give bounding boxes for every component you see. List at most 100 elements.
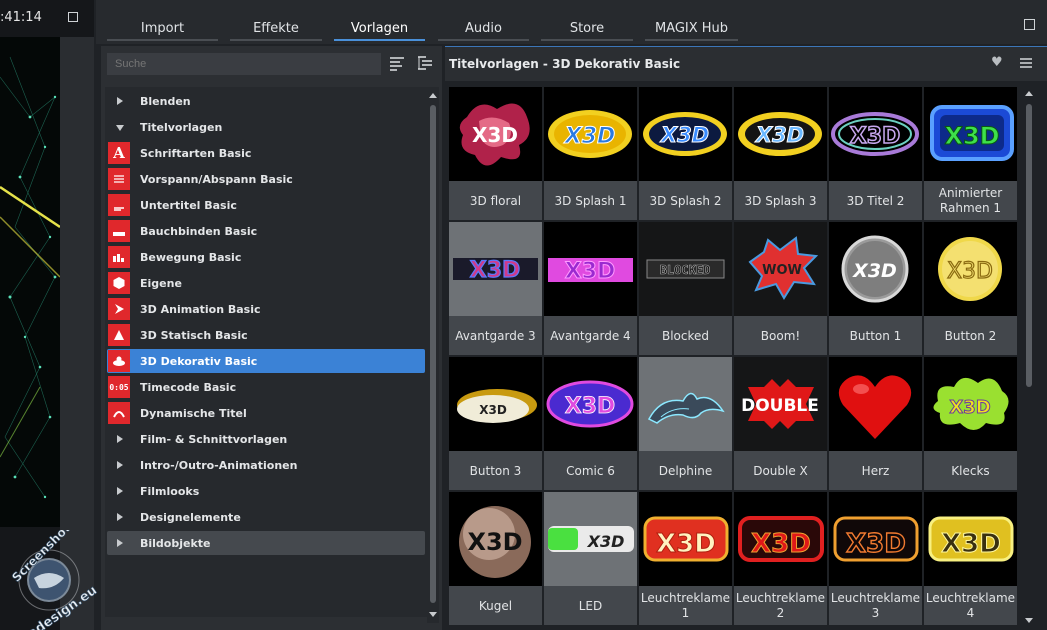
template-tile[interactable]: X3D Leuchtreklame 2: [734, 492, 827, 625]
tree-item-bildobjekte[interactable]: Bildobjekte: [107, 531, 425, 555]
expand-arrow-icon[interactable]: [117, 539, 123, 547]
scrollbar-thumb[interactable]: [1026, 104, 1032, 387]
svg-text:BLOCKED: BLOCKED: [660, 263, 711, 277]
template-tile[interactable]: Herz: [829, 357, 922, 490]
tree-item-intro-outro-animationen[interactable]: Intro-/Outro-Animationen: [107, 453, 425, 477]
template-tile[interactable]: BLOCKED Blocked: [639, 222, 732, 355]
expand-arrow-icon[interactable]: [117, 487, 123, 495]
timecode-icon: 0:05: [108, 376, 130, 398]
collapse-arrow-icon[interactable]: [116, 125, 124, 131]
tree-view-icon[interactable]: [417, 55, 433, 71]
tree-item-bewegung-basic[interactable]: Bewegung Basic: [107, 245, 425, 269]
svg-text:X3D: X3D: [852, 260, 897, 282]
template-thumbnail: X3D: [734, 492, 827, 586]
tree-item-3d-dekorativ-basic[interactable]: 3D Dekorativ Basic: [107, 349, 425, 373]
tab-audio[interactable]: Audio: [438, 21, 529, 41]
sort-list-icon[interactable]: [389, 55, 405, 71]
template-label: Animierter Rahmen 1: [938, 186, 1003, 215]
template-thumbnail: X3D: [924, 222, 1017, 316]
tree-item-designelemente[interactable]: Designelemente: [107, 505, 425, 529]
category-tree-panel: Blenden Titelvorlagen ASchriftarten Basi…: [101, 46, 442, 630]
svg-text:WOW: WOW: [762, 263, 802, 278]
template-label: Double X: [753, 463, 808, 478]
template-thumbnail: X3D: [924, 357, 1017, 451]
gallery-scrollbar[interactable]: [1022, 87, 1036, 625]
maximize-panel-icon[interactable]: [1024, 19, 1035, 30]
template-tile[interactable]: X3D Klecks: [924, 357, 1017, 490]
tree-item-eigene[interactable]: Eigene: [107, 271, 425, 295]
template-tile[interactable]: X3D Comic 6: [544, 357, 637, 490]
tab-store[interactable]: Store: [541, 21, 633, 41]
template-tile[interactable]: WOW Boom!: [734, 222, 827, 355]
template-label: Button 3: [469, 463, 522, 478]
template-tile[interactable]: Delphine: [639, 357, 732, 490]
scrollbar-thumb[interactable]: [430, 105, 436, 603]
svg-text:X3D: X3D: [850, 124, 901, 149]
template-label: Delphine: [658, 463, 713, 478]
template-tile[interactable]: X3D Animierter Rahmen 1: [924, 87, 1017, 220]
tree-item-blenden[interactable]: Blenden: [107, 89, 425, 113]
template-tile[interactable]: X3D 3D Splash 3: [734, 87, 827, 220]
tree-item-untertitel-basic[interactable]: Untertitel Basic: [107, 193, 425, 217]
tab-magix-hub[interactable]: MAGIX Hub: [645, 21, 738, 41]
menu-icon[interactable]: [1020, 57, 1032, 69]
scroll-up-icon[interactable]: [1025, 91, 1033, 96]
credits-icon: [108, 168, 130, 190]
tab-import[interactable]: Import: [107, 21, 218, 41]
template-thumbnail: WOW: [734, 222, 827, 316]
search-input[interactable]: [107, 53, 381, 75]
3d-animation-icon: [108, 298, 130, 320]
tree-item-bauchbinden-basic[interactable]: Bauchbinden Basic: [107, 219, 425, 243]
scroll-up-icon[interactable]: [429, 93, 437, 98]
template-tile[interactable]: X3D Avantgarde 3: [449, 222, 542, 355]
svg-text:X3D: X3D: [565, 259, 616, 284]
app-window: :41:14 Screenshot by Abadesign.eu Import…: [0, 0, 1047, 630]
template-thumbnail: X3D: [829, 87, 922, 181]
scroll-down-icon[interactable]: [429, 612, 437, 617]
scroll-down-icon[interactable]: [1025, 618, 1033, 623]
svg-text:X3D: X3D: [947, 259, 993, 284]
tab-vorlagen[interactable]: Vorlagen: [334, 21, 425, 41]
template-tile[interactable]: X3D 3D Titel 2: [829, 87, 922, 220]
template-thumbnail: X3D: [924, 492, 1017, 586]
tree-item-3d-animation-basic[interactable]: 3D Animation Basic: [107, 297, 425, 321]
tab-effekte[interactable]: Effekte: [230, 21, 322, 41]
tree-item-3d-statisch-basic[interactable]: 3D Statisch Basic: [107, 323, 425, 347]
tree-item-filmlooks[interactable]: Filmlooks: [107, 479, 425, 503]
template-tile[interactable]: X3D Avantgarde 4: [544, 222, 637, 355]
template-tile[interactable]: X3D Leuchtreklame 4: [924, 492, 1017, 625]
template-tile[interactable]: X3D 3D floral: [449, 87, 542, 220]
maximize-preview-icon[interactable]: [68, 12, 78, 22]
expand-arrow-icon[interactable]: [117, 461, 123, 469]
template-tile[interactable]: X3D LED: [544, 492, 637, 625]
template-tile[interactable]: X3D Button 3: [449, 357, 542, 490]
template-tile[interactable]: X3D 3D Splash 1: [544, 87, 637, 220]
tree-item-vorspann-abspann-basic[interactable]: Vorspann/Abspann Basic: [107, 167, 425, 191]
template-tile[interactable]: X3D Button 2: [924, 222, 1017, 355]
tree-scrollbar[interactable]: [427, 87, 439, 623]
template-gallery-panel: Titelvorlagen - 3D Dekorativ Basic ♥ X3D…: [445, 46, 1047, 630]
svg-text:X3D: X3D: [470, 258, 521, 283]
expand-arrow-icon[interactable]: [117, 97, 123, 105]
template-tile[interactable]: X3D Kugel: [449, 492, 542, 625]
expand-arrow-icon[interactable]: [117, 435, 123, 443]
template-thumbnail: X3D: [544, 492, 637, 586]
template-tile[interactable]: X3D 3D Splash 2: [639, 87, 732, 220]
preview-video[interactable]: [0, 37, 60, 527]
expand-arrow-icon[interactable]: [117, 513, 123, 521]
tree-item-titelvorlagen[interactable]: Titelvorlagen: [107, 115, 425, 139]
template-tile[interactable]: X3D Button 1: [829, 222, 922, 355]
template-label: Comic 6: [566, 463, 615, 478]
template-label: Klecks: [951, 463, 990, 478]
template-tile[interactable]: X3D Leuchtreklame 1: [639, 492, 732, 625]
template-tile[interactable]: DOUBLE Double X: [734, 357, 827, 490]
svg-text:X3D: X3D: [941, 529, 1001, 559]
motion-icon: [108, 246, 130, 268]
tree-item-timecode-basic[interactable]: 0:05 Timecode Basic: [107, 375, 425, 399]
tree-item-film-schnittvorlagen[interactable]: Film- & Schnittvorlagen: [107, 427, 425, 451]
template-label: Kugel: [478, 598, 513, 613]
tree-item-dynamische-titel[interactable]: Dynamische Titel: [107, 401, 425, 425]
favorites-heart-icon[interactable]: ♥: [991, 55, 1003, 70]
tree-item-schriftarten-basic[interactable]: A Schriftarten Basic: [107, 141, 425, 165]
template-tile[interactable]: X3D Leuchtreklame 3: [829, 492, 922, 625]
